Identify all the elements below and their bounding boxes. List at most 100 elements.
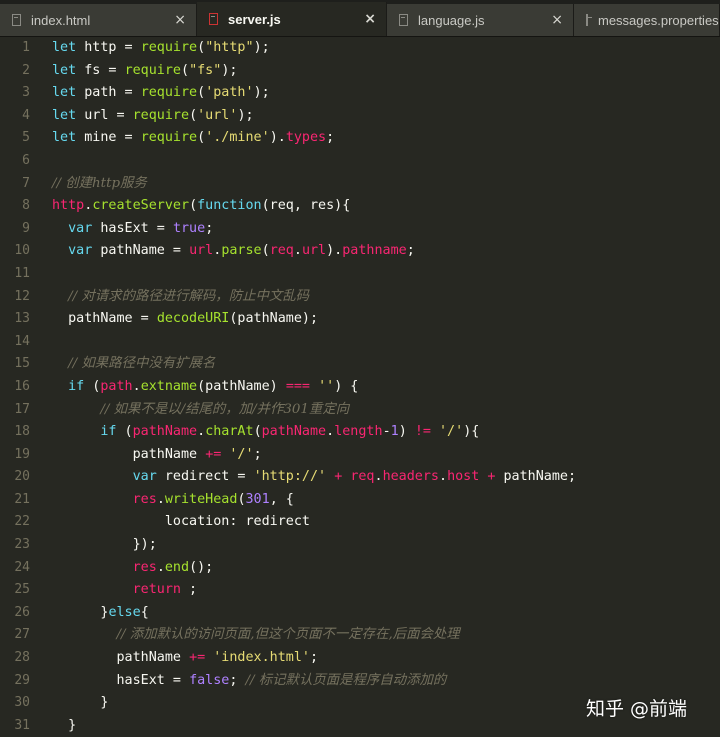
code-token: decodeURI (156, 311, 230, 327)
line-number: 17 (14, 401, 30, 417)
code-token: false (189, 672, 230, 688)
code-token: url (189, 243, 214, 259)
code-token: (); (189, 559, 214, 575)
code-token: - (382, 424, 391, 440)
line-number: 13 (14, 311, 30, 327)
code-text: // 如果路径中没有扩展名 (52, 353, 215, 376)
code-token: ); (253, 40, 270, 55)
code-line: 4 let url = require('url'); (0, 105, 720, 128)
code-token: ( (189, 198, 198, 214)
tab-server-js[interactable]: server.js × (197, 2, 387, 36)
code-text: // 对请求的路径进行解码，防止中文乱码 (52, 286, 309, 309)
code-token: res (132, 491, 157, 507)
code-line: 14 (0, 331, 720, 354)
code-line: 21 res.writeHead(301, { (0, 489, 720, 512)
code-token: (req, res){ (261, 198, 351, 214)
code-token: // 添加默认的访问页面,但这个页面不一定存在,后面会处理 (116, 627, 460, 643)
code-token: (pathName); (229, 311, 319, 327)
code-line: 7 // 创建http服务 (0, 173, 720, 196)
code-token: pathName (52, 446, 206, 462)
code-token: ( (197, 130, 206, 146)
code-token: './mine' (205, 130, 270, 146)
code-token: pathName; (495, 469, 577, 485)
code-text: if (path.extname(pathName) === '') { (52, 376, 358, 399)
close-icon[interactable]: × (174, 12, 186, 28)
code-token: let (52, 62, 77, 78)
code-token: ); (253, 85, 270, 101)
code-token: // 创建http服务 (52, 175, 147, 191)
code-token: '' (318, 378, 335, 394)
code-token: if (100, 424, 117, 440)
code-token: ; (205, 220, 214, 236)
line-number: 30 (14, 695, 30, 711)
code-text: pathName += '/'; (52, 444, 262, 467)
line-number: 20 (14, 469, 30, 485)
line-number: 2 (22, 62, 30, 78)
code-text: pathName = decodeURI(pathName); (52, 308, 318, 331)
close-icon[interactable]: × (364, 11, 376, 27)
code-token: host (447, 469, 480, 485)
code-token: ){ (463, 424, 480, 440)
code-line: 1 let http = require("http"); (0, 37, 720, 60)
code-text: }else{ (52, 602, 148, 625)
code-token: ( (84, 378, 101, 394)
code-text: pathName += 'index.html'; (52, 647, 318, 670)
code-token: if (68, 378, 85, 394)
code-token: ); (221, 62, 238, 78)
code-line: 11 (0, 263, 720, 286)
code-token: length (334, 424, 383, 440)
tab-messages-properties[interactable]: messages.properties (574, 4, 720, 36)
code-token: require (140, 40, 198, 55)
code-token: var (132, 469, 157, 485)
code-line: 16 if (path.extname(pathName) === '') { (0, 376, 720, 399)
code-line: 12 // 对请求的路径进行解码，防止中文乱码 (0, 286, 720, 309)
code-text: res.end(); (52, 557, 214, 580)
code-text: let fs = require("fs"); (52, 60, 237, 83)
line-number: 15 (14, 356, 30, 372)
code-token: . (156, 559, 165, 575)
code-token: , { (269, 491, 294, 507)
code-token: 'path' (205, 85, 254, 101)
tab-bar: index.html × server.js × language.js × message… (0, 0, 720, 37)
line-number: 4 (22, 107, 30, 123)
code-line: 22 location: redirect (0, 511, 720, 534)
code-line: 18 if (pathName.charAt(pathName.length-1… (0, 421, 720, 444)
line-number: 1 (22, 40, 30, 55)
code-line: 28 pathName += 'index.html'; (0, 647, 720, 670)
close-icon[interactable]: × (551, 12, 563, 28)
code-token: }); (52, 537, 157, 553)
line-number: 29 (14, 672, 30, 688)
code-text: // 创建http服务 (52, 173, 147, 196)
code-token: 301 (245, 491, 270, 507)
code-token: http (52, 198, 85, 214)
code-line: 13 pathName = decodeURI(pathName); (0, 308, 720, 331)
code-token: mine = (76, 130, 141, 146)
file-icon (12, 14, 21, 26)
code-text: }); (52, 534, 157, 557)
line-number: 10 (14, 243, 30, 259)
code-token: } (52, 717, 77, 733)
code-token: ; (229, 672, 246, 688)
code-token: end (164, 559, 190, 575)
code-line: 27 // 添加默认的访问页面,但这个页面不一定存在,后面会处理 (0, 624, 720, 647)
code-token: ) (398, 424, 415, 440)
line-number: 23 (14, 537, 30, 553)
code-text: } (52, 692, 108, 715)
code-token: . (293, 243, 302, 259)
code-token: require (132, 107, 190, 123)
code-token: pathName (132, 424, 198, 440)
code-text: var redirect = 'http://' + req.headers.h… (52, 466, 576, 489)
code-text: // 添加默认的访问页面,但这个页面不一定存在,后面会处理 (52, 624, 460, 647)
code-line: 3 let path = require('path'); (0, 82, 720, 105)
code-token: let (52, 85, 77, 101)
code-token: pathname (342, 243, 407, 259)
code-text: http.createServer(function(req, res){ (52, 195, 350, 218)
code-editor[interactable]: 1 let http = require("http"); 2 let fs = re… (0, 37, 720, 737)
tab-language-js[interactable]: language.js × (387, 4, 574, 36)
tab-index-html[interactable]: index.html × (0, 4, 197, 36)
code-token: function (197, 198, 262, 214)
